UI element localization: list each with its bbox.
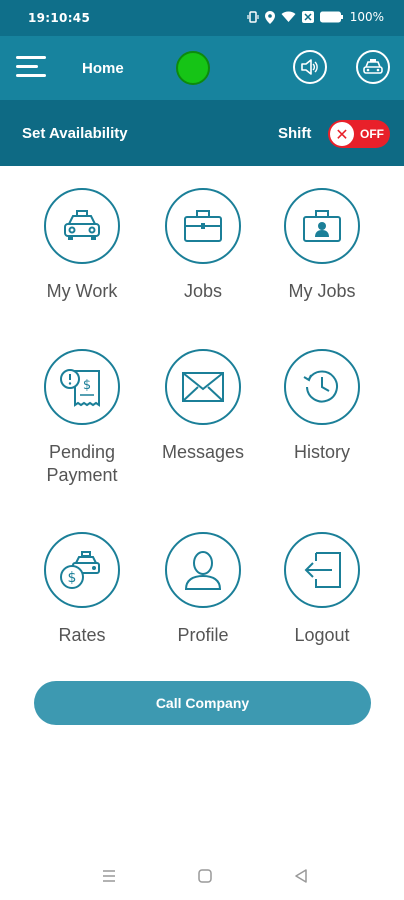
logout-icon (284, 532, 360, 608)
svg-text:$: $ (83, 378, 91, 393)
menu-label-line1: Pending (48, 442, 116, 462)
vehicle-button[interactable] (356, 50, 390, 84)
menu-item-jobs[interactable]: Jobs (143, 188, 263, 303)
menu-item-rates[interactable]: $ Rates (22, 532, 142, 647)
location-icon (264, 10, 275, 24)
toggle-state-label: OFF (360, 127, 384, 141)
sim-icon (301, 11, 314, 23)
menu-label: My Work (46, 281, 118, 301)
menu-label: Messages (161, 442, 245, 462)
wifi-icon (281, 11, 296, 22)
menu-item-pending-payment[interactable]: $ Pending Payment (22, 349, 142, 487)
menu-label: Jobs (183, 281, 223, 301)
hamburger-menu-icon[interactable] (16, 54, 46, 80)
speaker-icon (301, 59, 318, 75)
menu-item-history[interactable]: History (262, 349, 382, 464)
menu-item-messages[interactable]: Messages (143, 349, 263, 464)
menu-label: Rates (58, 625, 106, 645)
car-icon (363, 59, 383, 74)
recent-apps-icon[interactable] (99, 866, 119, 886)
app-bar: Home (0, 36, 404, 100)
status-bar: 19:10:45 100% (0, 0, 404, 36)
car-front-icon (44, 188, 120, 264)
briefcase-icon (165, 188, 241, 264)
menu-item-profile[interactable]: Profile (143, 532, 263, 647)
receipt-alert-icon: $ (44, 349, 120, 425)
shift-label: Shift (278, 125, 312, 142)
menu-label: Profile (177, 625, 229, 645)
menu-item-my-work[interactable]: My Work (22, 188, 142, 303)
page-title: Home (82, 60, 124, 77)
menu-item-logout[interactable]: Logout (262, 532, 382, 647)
envelope-icon (165, 349, 241, 425)
menu-label: History (293, 442, 350, 462)
status-icons: 100% (247, 10, 384, 24)
home-nav-icon[interactable] (195, 866, 215, 886)
car-rates-icon: $ (44, 532, 120, 608)
battery-icon (319, 11, 343, 23)
menu-label-line2: Payment (46, 465, 118, 485)
briefcase-user-icon (284, 188, 360, 264)
system-nav-bar (0, 850, 404, 900)
menu-label: My Jobs (288, 281, 356, 301)
history-clock-icon (284, 349, 360, 425)
vibrate-icon (247, 11, 259, 23)
set-availability-label: Set Availability (22, 125, 128, 142)
speaker-button[interactable] (293, 50, 327, 84)
svg-text:$: $ (68, 570, 77, 586)
back-nav-icon[interactable] (291, 866, 311, 886)
menu-item-my-jobs[interactable]: My Jobs (262, 188, 382, 303)
menu-label: Logout (294, 625, 350, 645)
battery-percent: 100% (349, 10, 384, 24)
shift-toggle[interactable]: ✕ OFF (328, 120, 390, 148)
online-status-indicator (176, 51, 210, 85)
call-company-button[interactable]: Call Company (34, 681, 371, 725)
user-icon (165, 532, 241, 608)
close-icon: ✕ (330, 122, 354, 146)
status-time: 19:10:45 (28, 11, 91, 25)
